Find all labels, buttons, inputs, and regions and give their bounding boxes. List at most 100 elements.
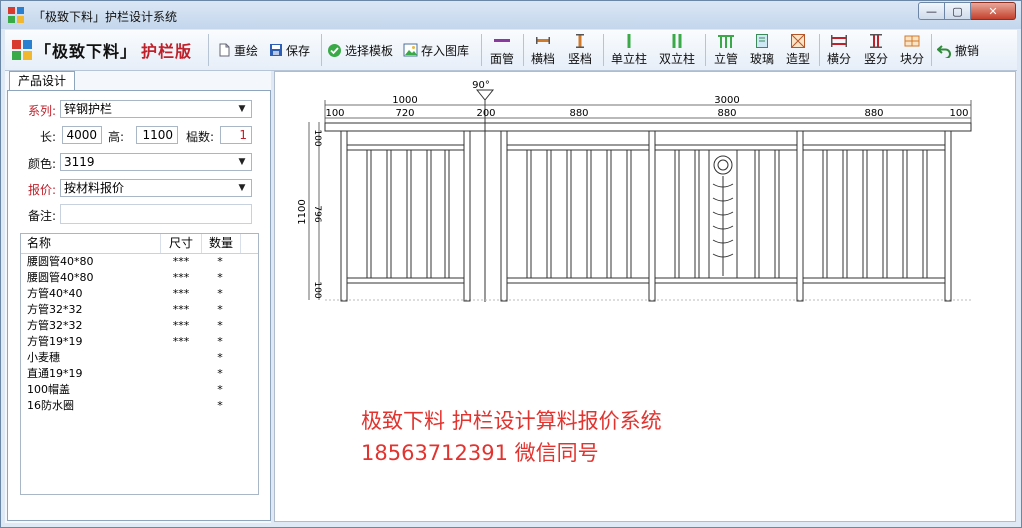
col-header-name[interactable]: 名称: [21, 234, 161, 253]
table-row[interactable]: 方管32*32 *** *: [21, 302, 258, 318]
color-value: 3119: [64, 155, 95, 169]
col-header-qty[interactable]: 数量: [202, 234, 241, 253]
railing-post[interactable]: [796, 130, 804, 302]
upper-rail[interactable]: [346, 144, 465, 151]
dim-1100: 1100: [297, 199, 308, 224]
page-icon: [219, 43, 230, 57]
table-row[interactable]: 小麦穗 *: [21, 350, 258, 366]
col-header-size[interactable]: 尺寸: [161, 234, 202, 253]
block-split-label: 块分: [899, 52, 924, 66]
color-label: 颜色:: [28, 157, 57, 171]
row-name: 腰圆管40*80: [27, 271, 94, 284]
minimize-button[interactable]: —: [918, 2, 945, 20]
dim-seg-2: 720: [395, 108, 414, 119]
series-value: 锌钢护栏: [64, 102, 113, 116]
save-button[interactable]: 保存: [269, 30, 310, 70]
table-row[interactable]: 直通19*19 *: [21, 366, 258, 382]
block-split-button[interactable]: 块分: [896, 32, 928, 68]
row-qty: *: [217, 383, 223, 396]
note-input[interactable]: [60, 204, 252, 224]
series-select[interactable]: 锌钢护栏 ▼: [60, 100, 252, 118]
toolbar: 「极致下料」 护栏版 重绘 保存 选择模板 存入图库 面管 横档 竖档 单立柱 …: [5, 30, 1017, 71]
panel-count-input[interactable]: 1: [220, 126, 252, 144]
close-button[interactable]: ✕: [971, 2, 1016, 20]
vertical-bar-icon: [576, 34, 584, 48]
lower-rail[interactable]: [802, 277, 946, 284]
chevron-down-icon: ▼: [238, 183, 246, 193]
checkmark-circle-icon: [328, 43, 341, 57]
glass-button[interactable]: 玻璃: [746, 32, 778, 68]
railing-post[interactable]: [340, 130, 348, 302]
row-name: 方管19*19: [27, 335, 83, 348]
shape-pattern-icon: [791, 34, 805, 48]
maximize-button[interactable]: ▢: [945, 2, 971, 20]
railing-post[interactable]: [500, 130, 508, 302]
row-size: [161, 350, 201, 366]
table-row[interactable]: 腰圆管40*80 *** *: [21, 254, 258, 270]
undo-button[interactable]: 撤销: [937, 30, 979, 70]
quote-label: 报价:: [28, 183, 57, 197]
dim-3000: 3000: [714, 95, 739, 106]
v-split-button[interactable]: 竖分: [860, 32, 892, 68]
redraw-label: 重绘: [234, 43, 259, 58]
lower-rail[interactable]: [346, 277, 465, 284]
upper-rail[interactable]: [802, 144, 946, 151]
height-input[interactable]: 1100: [136, 126, 178, 144]
top-rail[interactable]: [324, 122, 972, 132]
row-name: 小麦穗: [27, 351, 60, 364]
railing-post[interactable]: [944, 130, 952, 302]
horizontal-bar-button[interactable]: 横档: [528, 32, 558, 68]
save-to-library-label: 存入图库: [421, 43, 470, 58]
row-qty: *: [217, 367, 223, 380]
window-controls: — ▢ ✕: [918, 2, 1016, 22]
horizontal-bar-label: 横档: [530, 52, 555, 66]
table-row[interactable]: 方管19*19 *** *: [21, 334, 258, 350]
lower-rail[interactable]: [654, 277, 798, 284]
undo-label: 撤销: [955, 43, 980, 58]
top-rail-button[interactable]: 面管: [487, 32, 517, 68]
table-row[interactable]: 腰圆管40*80 *** *: [21, 270, 258, 286]
upper-rail[interactable]: [506, 144, 650, 151]
double-post-button[interactable]: 双立柱: [656, 32, 698, 68]
product-design-form: 系列: 锌钢护栏 ▼ 长: 4000 高: 1100 榀数: 1 颜色: 311…: [7, 90, 271, 521]
length-label: 长:: [40, 130, 57, 144]
h-split-button[interactable]: 横分: [823, 32, 855, 68]
row-size: ***: [172, 319, 190, 332]
upper-rail[interactable]: [654, 144, 798, 151]
chevron-down-icon: ▼: [238, 104, 246, 114]
shape-label: 造型: [785, 52, 810, 66]
toolbar-separator: [523, 34, 524, 66]
post-label: 立管: [713, 52, 738, 66]
lower-rail[interactable]: [506, 277, 650, 284]
color-select[interactable]: 3119 ▼: [60, 153, 252, 171]
table-row[interactable]: 16防水圈 *: [21, 398, 258, 414]
post-button[interactable]: 立管: [710, 32, 742, 68]
table-row[interactable]: 方管32*32 *** *: [21, 318, 258, 334]
length-input[interactable]: 4000: [62, 126, 102, 144]
dim-1000: 1000: [392, 95, 417, 106]
railing-post[interactable]: [648, 130, 656, 302]
baluster-group: [366, 149, 928, 279]
title-bar: 「极致下料」护栏设计系统 — ▢ ✕: [1, 1, 1021, 29]
brand-edition: 护栏版: [141, 42, 193, 61]
save-to-library-button[interactable]: 存入图库: [403, 30, 469, 70]
row-size: ***: [172, 335, 190, 348]
dim-seg-4: 880: [569, 108, 588, 119]
shape-button[interactable]: 造型: [782, 32, 814, 68]
double-post-label: 双立柱: [658, 52, 695, 66]
chevron-down-icon: ▼: [238, 157, 246, 167]
glass-panel-icon: [756, 34, 768, 48]
table-row[interactable]: 方管40*40 *** *: [21, 286, 258, 302]
redraw-button[interactable]: 重绘: [217, 30, 258, 70]
tab-product-design[interactable]: 产品设计: [9, 71, 75, 91]
vertical-bar-button[interactable]: 竖档: [565, 32, 595, 68]
single-post-button[interactable]: 单立柱: [608, 32, 650, 68]
dim-seg-3: 200: [476, 108, 495, 119]
single-post-label: 单立柱: [610, 52, 647, 66]
row-size: [161, 382, 201, 398]
railing-post[interactable]: [463, 130, 471, 302]
quote-mode-select[interactable]: 按材料报价 ▼: [60, 179, 252, 197]
table-row[interactable]: 100帽盖 *: [21, 382, 258, 398]
select-template-button[interactable]: 选择模板: [327, 30, 393, 70]
decorative-wheat-ornament[interactable]: [708, 149, 738, 279]
